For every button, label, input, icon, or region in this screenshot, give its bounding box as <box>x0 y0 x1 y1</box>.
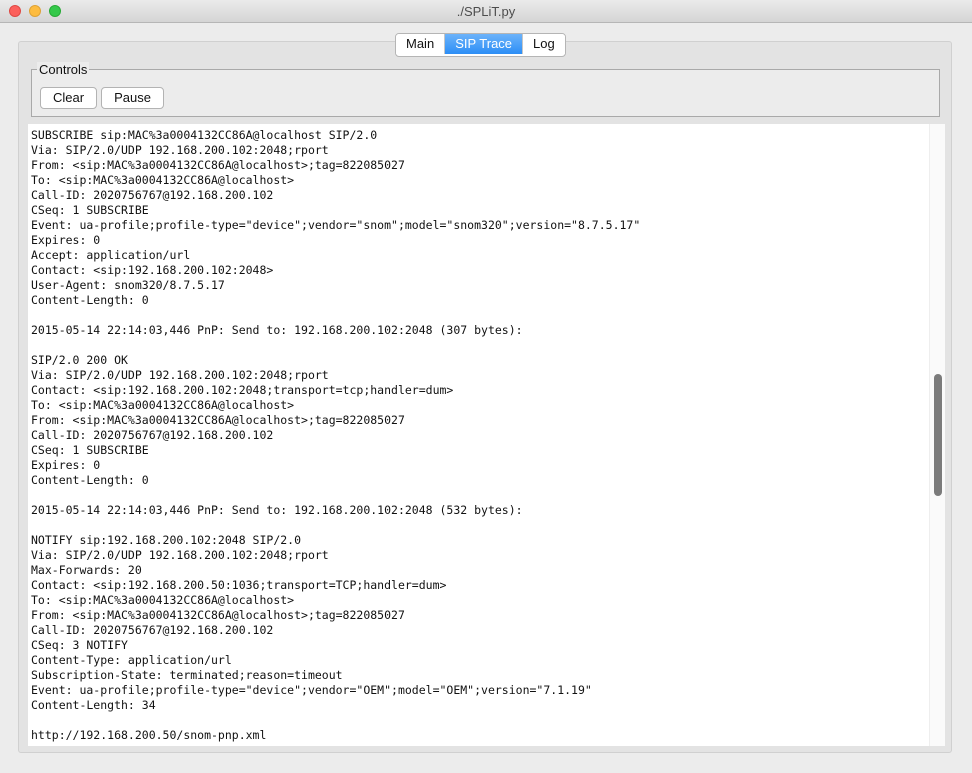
controls-group-label: Controls <box>37 62 90 77</box>
log-line: Call-ID: 2020756767@192.168.200.102 <box>31 428 274 442</box>
log-line: Via: SIP/2.0/UDP 192.168.200.102:2048;rp… <box>31 143 329 157</box>
log-line: Event: ua-profile;profile-type="device";… <box>31 218 641 232</box>
tab-bar: Main SIP Trace Log <box>395 33 566 57</box>
log-line: NOTIFY sip:192.168.200.102:2048 SIP/2.0 <box>31 533 302 547</box>
log-line: Via: SIP/2.0/UDP 192.168.200.102:2048;rp… <box>31 548 329 562</box>
log-line: Accept: application/url <box>31 248 191 262</box>
log-line: Content-Length: 34 <box>31 698 156 712</box>
log-line: Content-Length: 0 <box>31 473 149 487</box>
log-line: CSeq: 1 SUBSCRIBE <box>31 443 149 457</box>
log-line: Call-ID: 2020756767@192.168.200.102 <box>31 188 274 202</box>
log-line: Content-Type: application/url <box>31 653 232 667</box>
log-line: From: <sip:MAC%3a0004132CC86A@localhost>… <box>31 158 405 172</box>
log-scrollbar[interactable] <box>929 124 945 746</box>
log-line: Contact: <sip:192.168.200.50:1036;transp… <box>31 578 447 592</box>
log-line: To: <sip:MAC%3a0004132CC86A@localhost> <box>31 173 295 187</box>
log-line: Event: ua-profile;profile-type="device";… <box>31 683 592 697</box>
tab-main[interactable]: Main <box>396 34 446 54</box>
sip-trace-log[interactable]: SUBSCRIBE sip:MAC%3a0004132CC86A@localho… <box>28 124 929 746</box>
clear-button[interactable]: Clear <box>40 87 97 109</box>
tab-sip-trace[interactable]: SIP Trace <box>445 34 524 54</box>
log-line: Expires: 0 <box>31 233 101 247</box>
tab-log[interactable]: Log <box>523 34 565 54</box>
log-line: Max-Forwards: 20 <box>31 563 142 577</box>
log-line: From: <sip:MAC%3a0004132CC86A@localhost>… <box>31 413 405 427</box>
log-line: SIP/2.0 200 OK <box>31 353 128 367</box>
log-line: Call-ID: 2020756767@192.168.200.102 <box>31 623 274 637</box>
window-title: ./SPLiT.py <box>456 4 516 19</box>
log-line: From: <sip:MAC%3a0004132CC86A@localhost>… <box>31 608 405 622</box>
log-line: Contact: <sip:192.168.200.102:2048> <box>31 263 274 277</box>
pause-button[interactable]: Pause <box>101 87 164 109</box>
log-line: Subscription-State: terminated;reason=ti… <box>31 668 343 682</box>
log-line: Expires: 0 <box>31 458 101 472</box>
controls-group <box>31 69 940 117</box>
log-line: SUBSCRIBE sip:MAC%3a0004132CC86A@localho… <box>31 128 378 142</box>
log-line: 2015-05-14 22:14:03,446 PnP: Send to: 19… <box>31 323 523 337</box>
log-line: Contact: <sip:192.168.200.102:2048;trans… <box>31 383 454 397</box>
title-bar: ./SPLiT.py <box>0 0 972 23</box>
sip-trace-text: SUBSCRIBE sip:MAC%3a0004132CC86A@localho… <box>28 124 929 743</box>
log-line: CSeq: 3 NOTIFY <box>31 638 128 652</box>
log-line: To: <sip:MAC%3a0004132CC86A@localhost> <box>31 593 295 607</box>
log-line: CSeq: 1 SUBSCRIBE <box>31 203 149 217</box>
log-line: 2015-05-14 22:14:03,446 PnP: Send to: 19… <box>31 503 523 517</box>
log-line: User-Agent: snom320/8.7.5.17 <box>31 278 225 292</box>
log-line: http://192.168.200.50/snom-pnp.xml <box>31 728 267 742</box>
log-scrollbar-thumb[interactable] <box>934 374 942 496</box>
log-line: Content-Length: 0 <box>31 293 149 307</box>
log-line: Via: SIP/2.0/UDP 192.168.200.102:2048;rp… <box>31 368 329 382</box>
log-line: To: <sip:MAC%3a0004132CC86A@localhost> <box>31 398 295 412</box>
